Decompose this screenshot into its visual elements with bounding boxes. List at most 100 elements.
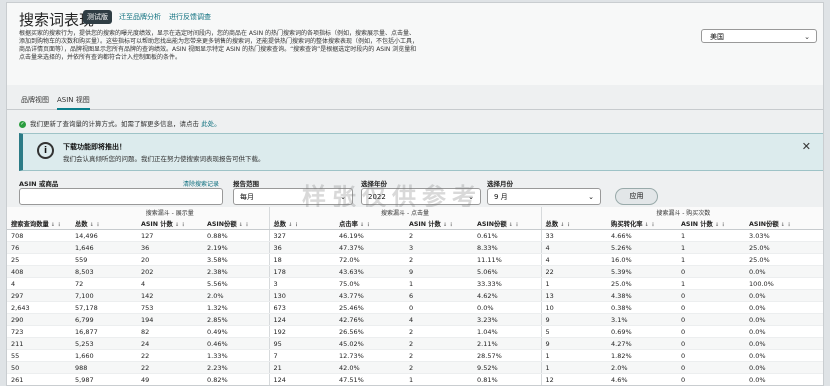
- column-header[interactable]: ASIN份额 ↓ ⋮: [745, 217, 823, 230]
- table-cell: 0: [677, 301, 746, 314]
- column-header[interactable]: 总数 ↓ ⋮: [268, 217, 335, 230]
- table-cell: 21: [268, 361, 335, 374]
- table-cell: 10: [540, 301, 608, 314]
- sort-icon[interactable]: ↓ ⋮: [645, 222, 656, 228]
- sort-icon[interactable]: ↓ ⋮: [560, 222, 571, 228]
- table-cell: 1.82%: [607, 349, 678, 362]
- table-cell: 124: [268, 313, 335, 326]
- table-row[interactable]: 723 16,877 82 0.49% 192 26.56% 2 1.04% 5 0.69% 0 0.…: [7, 325, 823, 338]
- table-cell: 76: [7, 241, 71, 254]
- month-select[interactable]: 9 月 ⌄: [487, 188, 601, 205]
- column-header[interactable]: 点击率 ↓ ⋮: [335, 217, 405, 230]
- sort-icon[interactable]: ↓ ⋮: [715, 222, 726, 228]
- column-header[interactable]: ASIN 计数 ↓ ⋮: [677, 217, 746, 230]
- sort-icon[interactable]: ↓ ⋮: [781, 222, 792, 228]
- range-select[interactable]: 每月 ⌄: [233, 188, 353, 205]
- table-cell: 9: [540, 337, 608, 350]
- asin-search-input[interactable]: [19, 188, 223, 205]
- table-row[interactable]: 50 988 22 2.23% 21 42.0% 2 9.52% 1 2.0% 0 0.0%: [7, 361, 823, 374]
- table-cell: 7,100: [71, 289, 137, 302]
- year-value: 2022: [368, 193, 386, 201]
- table-cell: 1.32%: [203, 301, 269, 314]
- page-description: 根据买家的搜索行为，提供您的搜索的曝光度绩效，显示在选定时间段内，您的商品在 A…: [19, 30, 419, 61]
- table-cell: 2: [405, 337, 473, 350]
- table-cell: 2: [405, 229, 473, 242]
- column-header-label: ASIN份额: [477, 220, 507, 228]
- table-cell: 194: [137, 313, 203, 326]
- table-cell: 16,877: [71, 325, 137, 338]
- close-icon[interactable]: ✕: [802, 140, 811, 153]
- sort-icon[interactable]: ↓ ⋮: [443, 222, 454, 228]
- table-row[interactable]: 76 1,646 36 2.19% 36 47.37% 3 8.33% 4 5.26% 1 25.0%: [7, 241, 823, 254]
- table-row[interactable]: 25 559 20 3.58% 18 72.0% 2 11.11% 4 16.0% 1 25.0%: [7, 253, 823, 266]
- table-row[interactable]: 290 6,799 194 2.85% 124 42.76% 4 3.23% 9 3.1% 0 0.0…: [7, 313, 823, 326]
- table-cell: 0.38%: [607, 301, 678, 314]
- table-cell: 0.0%: [745, 349, 823, 362]
- sort-icon[interactable]: ↓ ⋮: [90, 222, 101, 228]
- table-cell: 0: [677, 265, 746, 278]
- table-row[interactable]: 211 5,253 24 0.46% 95 45.02% 2 2.11% 9 4.27% 0 0.0%: [7, 337, 823, 350]
- table-cell: 2: [405, 253, 473, 266]
- table-cell: 13: [540, 289, 608, 302]
- table-cell: 723: [7, 325, 71, 338]
- sort-icon[interactable]: ↓ ⋮: [239, 222, 250, 228]
- table-cell: 14,496: [71, 229, 137, 242]
- table-row[interactable]: 708 14,496 127 0.88% 327 46.19% 2 0.61% 33 4.66% 1…: [7, 229, 823, 242]
- chevron-down-icon: ⌄: [804, 33, 810, 41]
- table-cell: 4: [405, 313, 473, 326]
- marketplace-select[interactable]: 美国 ⌄: [701, 29, 817, 43]
- marketplace-value: 美国: [710, 33, 724, 41]
- sort-icon[interactable]: ↓ ⋮: [360, 222, 371, 228]
- column-header[interactable]: ASIN份额 ↓ ⋮: [473, 217, 542, 230]
- column-header-label: ASIN 计数: [681, 220, 713, 228]
- table-cell: 202: [137, 265, 203, 278]
- apply-button[interactable]: 应用: [615, 188, 658, 205]
- sort-icon[interactable]: ↓ ⋮: [288, 222, 299, 228]
- sort-icon[interactable]: ↓ ⋮: [509, 222, 520, 228]
- download-alert: i 下载功能即将推出！ 我们会认真倾听您的问题。我们正在努力使搜索词表现报告可供…: [19, 133, 823, 171]
- column-header-label: ASIN 计数: [141, 220, 173, 228]
- app-frame: 搜索词表现 测试版 迁至品牌分析 进行反馈调查 根据买家的搜索行为，提供您的搜索…: [6, 2, 824, 386]
- column-header[interactable]: ASIN 计数 ↓ ⋮: [405, 217, 473, 230]
- column-header-label: ASIN份额: [749, 220, 779, 228]
- column-header[interactable]: ASIN 计数 ↓ ⋮: [137, 217, 203, 230]
- table-cell: 0.69%: [607, 325, 678, 338]
- table-row[interactable]: 408 8,503 202 2.38% 178 43.63% 9 5.06% 22 5.39% 0 0…: [7, 265, 823, 278]
- year-select[interactable]: 2022 ⌄: [361, 188, 481, 205]
- table-cell: 5,253: [71, 337, 137, 350]
- table-row[interactable]: 297 7,100 142 2.0% 130 43.77% 6 4.62% 13 4.38% 0 0.…: [7, 289, 823, 302]
- beta-badge: 测试版: [83, 10, 112, 24]
- chevron-down-icon: ⌄: [340, 193, 346, 201]
- column-header[interactable]: 购买转化率 ↓ ⋮: [607, 217, 678, 230]
- column-header[interactable]: 总数 ↓ ⋮: [540, 217, 608, 230]
- tab-asin-view[interactable]: ASIN 视图: [57, 95, 90, 110]
- alert-body: 我们会认真倾听您的问题。我们正在努力使搜索词表现报告可供下载。: [63, 155, 265, 163]
- asin-label: ASIN 或商品: [19, 180, 59, 188]
- notice-link[interactable]: 此处。: [201, 120, 221, 128]
- table-cell: 95: [268, 337, 335, 350]
- brand-analytics-link[interactable]: 迁至品牌分析: [119, 12, 161, 22]
- column-header[interactable]: 总数 ↓ ⋮: [71, 217, 137, 230]
- table-cell: 47.51%: [335, 373, 405, 385]
- column-header[interactable]: 搜索查询数量 ↓ ⋮: [7, 217, 71, 230]
- sort-icon[interactable]: ↓ ⋮: [51, 222, 62, 228]
- table-row[interactable]: 55 1,660 22 1.33% 7 12.73% 2 28.57% 1 1.82% 0 0.0%: [7, 349, 823, 362]
- table-row[interactable]: 261 5,987 49 0.82% 124 47.51% 1 0.81% 12 4.6% 0 0.0…: [7, 373, 823, 385]
- table-cell: 673: [268, 301, 335, 314]
- table-cell: 18: [268, 253, 335, 266]
- table-row[interactable]: 2,643 57,178 753 1.32% 673 25.46% 0 0.0% 10 0.38%…: [7, 301, 823, 314]
- table-cell: 55: [7, 349, 71, 362]
- table-cell: 25: [7, 253, 71, 266]
- feedback-link[interactable]: 进行反馈调查: [169, 12, 211, 22]
- sort-icon[interactable]: ↓ ⋮: [175, 222, 186, 228]
- table-cell: 0.0%: [473, 301, 542, 314]
- table-cell: 0.0%: [745, 289, 823, 302]
- group-header-clicks: 搜索漏斗 - 点击量: [268, 207, 542, 217]
- table-cell: 0.82%: [203, 373, 269, 385]
- column-header[interactable]: ASIN份额 ↓ ⋮: [203, 217, 269, 230]
- group-header-impressions: 搜索漏斗 - 展示量: [71, 207, 269, 217]
- tab-brand-view[interactable]: 品牌视图: [21, 95, 49, 105]
- clear-search-link[interactable]: 清除搜索记录: [183, 179, 219, 188]
- table-row[interactable]: 4 72 4 5.56% 3 75.0% 1 33.33% 1 25.0% 1 100.0%: [7, 277, 823, 290]
- table-cell: 43.77%: [335, 289, 405, 302]
